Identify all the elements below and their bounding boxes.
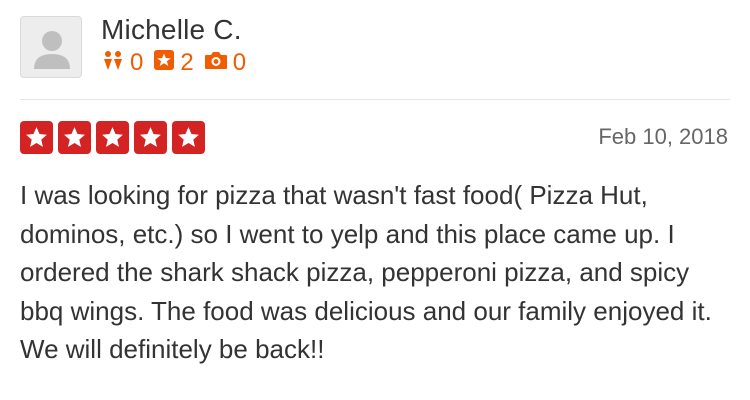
photos-count: 0 [204,49,246,77]
user-name[interactable]: Michelle C. [101,14,242,46]
rating-star-icon [172,121,205,154]
photos-count-value: 0 [232,49,247,76]
rating-star-icon [58,121,91,154]
camera-icon [204,49,228,77]
review-text: I was looking for pizza that wasn't fast… [20,180,712,364]
user-avatar[interactable] [20,16,82,78]
friends-icon [101,49,125,78]
review-date: Feb 10, 2018 [598,124,728,149]
user-stats: 0 2 0 [101,49,256,78]
default-user-avatar-icon [34,31,70,69]
star-review-icon [153,49,175,78]
rating-star-icon [134,121,167,154]
friends-count-value: 0 [130,49,144,76]
rating-star-icon [20,121,53,154]
rating-star-icon [96,121,129,154]
friends-count: 0 [101,49,143,78]
reviews-count: 2 [153,49,194,78]
reviews-count-value: 2 [180,49,194,76]
star-rating [20,121,210,154]
header-divider [20,99,730,100]
